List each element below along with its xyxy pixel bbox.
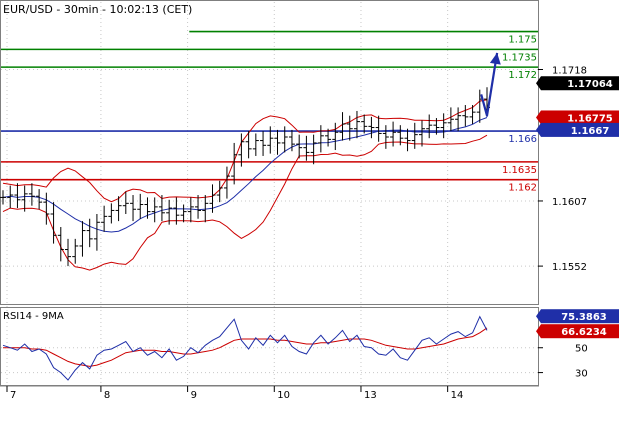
candle <box>195 195 202 219</box>
level-label: 1.162 <box>508 183 537 194</box>
rsi-ma-line <box>3 327 488 367</box>
candle <box>231 142 238 185</box>
price-axis: 1.1718 1.1607 1.1552 1.16775 1.1667 1.17064 <box>536 66 619 273</box>
candle <box>101 205 108 232</box>
projection-arrowhead <box>489 52 501 65</box>
candle <box>346 115 353 141</box>
candle <box>252 133 259 156</box>
candle <box>158 195 165 222</box>
candle <box>447 107 454 132</box>
projection-arrow <box>480 52 501 117</box>
candle <box>368 116 375 139</box>
current-price-badge: 1.17064 <box>567 79 613 90</box>
rsi-tick-label: 30 <box>575 369 588 380</box>
x-tick-label: 10 <box>277 390 290 401</box>
rsi-tick-label: 50 <box>575 344 588 355</box>
candle <box>462 105 469 127</box>
candle <box>390 121 397 147</box>
candle <box>93 213 100 251</box>
candles <box>0 87 490 267</box>
candle <box>36 189 43 210</box>
candle <box>28 183 35 206</box>
candle <box>108 203 115 224</box>
rsi-line <box>2 315 488 381</box>
x-tick-label: 8 <box>104 390 110 401</box>
price-badge: 1.1667 <box>571 126 610 137</box>
candle <box>411 122 418 149</box>
candle <box>382 125 389 149</box>
level-label: 1.166 <box>508 134 537 145</box>
chart-title: EUR/USD - 30min - 10:02:13 (CET) <box>3 3 192 16</box>
x-axis: 7 8 9 10 13 14 <box>0 385 539 401</box>
candle <box>21 185 28 212</box>
candle <box>375 115 382 142</box>
candle <box>404 128 411 152</box>
candle <box>72 238 79 264</box>
x-tick-label: 13 <box>364 390 377 401</box>
candle <box>79 221 86 257</box>
candle <box>418 120 425 147</box>
level-label: 1.1735 <box>502 52 537 63</box>
candle <box>151 197 158 223</box>
candle <box>296 134 303 159</box>
candle <box>440 113 447 139</box>
price-panel-frame <box>0 0 539 305</box>
rsi-value-badge: 75.3863 <box>561 312 607 323</box>
rsi-panel-frame <box>0 307 539 386</box>
candle <box>43 192 50 225</box>
candle <box>281 126 288 153</box>
candle <box>187 197 194 223</box>
candle <box>130 195 137 222</box>
candle <box>86 218 93 248</box>
candle <box>137 193 144 219</box>
candle <box>426 114 433 139</box>
rsi-lines <box>2 315 488 381</box>
candle <box>57 227 64 262</box>
price-tick-label: 1.1552 <box>552 262 587 273</box>
price-grid <box>1 2 538 385</box>
price-badge: 1.16775 <box>567 113 613 124</box>
chart-canvas: 1.1751.17351.1721.1661.16351.162 1.17181… <box>0 0 619 401</box>
level-lines: 1.175 1.1735 1.172 1.166 1.1635 1.162 <box>1 30 538 194</box>
candle <box>260 131 267 156</box>
candle <box>317 125 324 153</box>
x-tick-label: 9 <box>191 390 197 401</box>
candle <box>14 183 21 209</box>
candle <box>50 202 57 244</box>
candle <box>353 110 360 139</box>
candle <box>310 134 317 165</box>
rsi-title: RSI14 - 9MA <box>3 311 64 322</box>
rsi-axis: 50 30 75.3863 66.6234 <box>536 309 619 380</box>
x-tick-label: 14 <box>451 390 464 401</box>
rsi-value-badge: 66.6234 <box>561 327 607 338</box>
candle <box>122 191 129 214</box>
candle <box>180 204 187 223</box>
candle <box>303 135 310 161</box>
level-label: 1.175 <box>508 35 537 46</box>
level-label: 1.1635 <box>502 165 537 176</box>
x-tick-label: 7 <box>10 390 16 401</box>
candle <box>332 122 339 151</box>
price-tick-label: 1.1718 <box>552 66 587 77</box>
level-label: 1.172 <box>508 70 537 81</box>
rsi-grid <box>1 347 538 374</box>
candle <box>274 129 281 155</box>
price-tick-label: 1.1607 <box>552 197 587 208</box>
